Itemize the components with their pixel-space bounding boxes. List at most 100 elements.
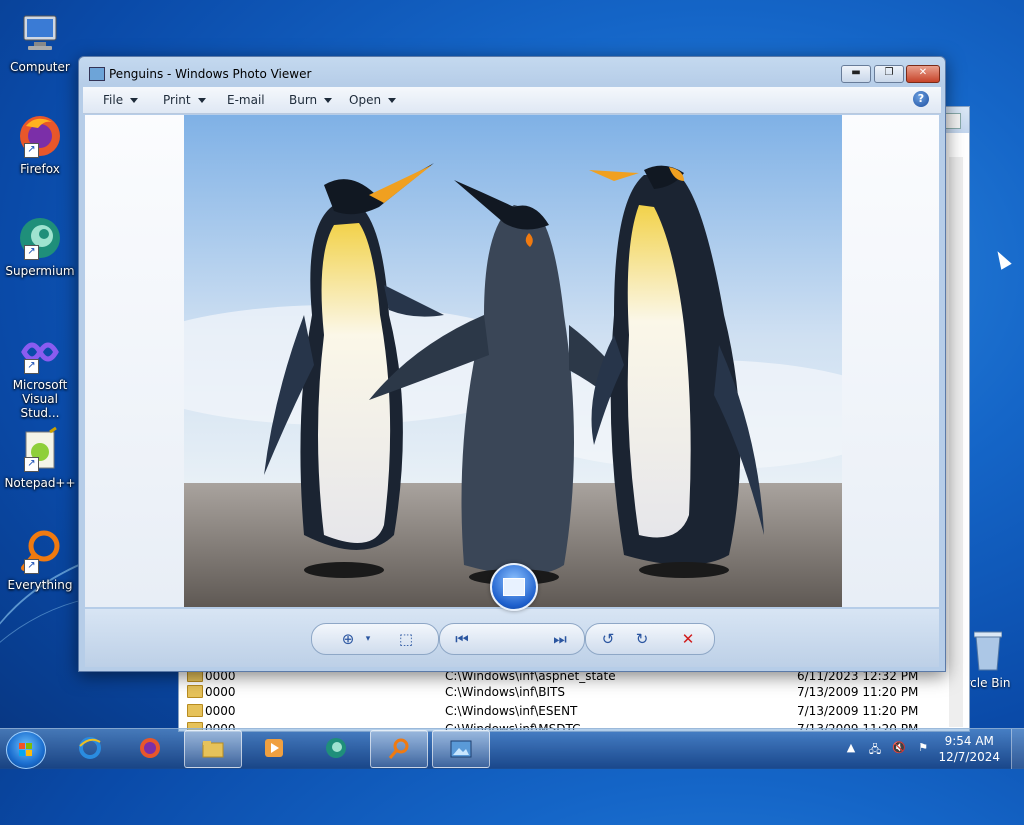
menu-burn[interactable]: Burn: [289, 93, 333, 107]
photo-viewer-icon: [450, 740, 472, 758]
row-name: 0000: [205, 685, 236, 699]
folder-icon: [202, 741, 224, 758]
menu-bar: File Print E-mail Burn Open ?: [83, 87, 941, 114]
desktop-icon-label: Microsoft Visual Stud...: [12, 378, 68, 420]
delete-icon[interactable]: ✕: [678, 630, 698, 648]
supermium-icon: [326, 738, 346, 758]
window-title: Penguins - Windows Photo Viewer: [109, 67, 312, 81]
desktop-icon-label: rcle Bin: [965, 676, 1011, 690]
menu-print-label: Print: [163, 93, 191, 107]
clock-time: 9:54 AM: [944, 734, 994, 748]
desktop-icon-label: Firefox: [20, 162, 60, 176]
row-date: 7/13/2009 11:20 PM: [797, 704, 919, 718]
chevron-down-icon: [197, 98, 206, 103]
start-button[interactable]: [6, 731, 46, 769]
taskbar-photo-viewer[interactable]: [432, 730, 490, 768]
windows-logo-icon: [19, 743, 32, 756]
taskbar-firefox[interactable]: [122, 730, 178, 766]
internet-explorer-icon: [79, 737, 101, 759]
chevron-down-icon[interactable]: ▾: [358, 630, 378, 648]
shortcut-arrow-icon: ↗: [24, 359, 39, 374]
taskbar-everything[interactable]: [370, 730, 428, 768]
chevron-down-icon: [388, 98, 397, 103]
desktop-icon-label: Supermium: [5, 264, 75, 278]
slideshow-icon: [503, 578, 525, 596]
speaker-muted-icon[interactable]: 🔇: [892, 741, 906, 755]
system-clock[interactable]: 9:54 AM 12/7/2024: [938, 733, 1000, 765]
maximize-button[interactable]: ❐: [874, 65, 904, 83]
mouse-cursor: [992, 248, 1012, 270]
menu-email[interactable]: E-mail: [227, 93, 265, 107]
network-icon[interactable]: 🖧: [868, 741, 882, 756]
image-canvas[interactable]: [85, 115, 939, 607]
rotate-clockwise-icon[interactable]: ↻: [632, 630, 652, 648]
visual-studio-icon: ↗: [16, 328, 64, 376]
media-player-icon: [265, 739, 283, 757]
taskbar-explorer[interactable]: [184, 730, 242, 768]
notepadpp-icon: ↗: [16, 426, 64, 474]
firefox-icon: ↗: [16, 112, 64, 160]
zoom-fit-group: ⊕ ▾ ⬚: [311, 623, 439, 655]
firefox-icon: [140, 738, 160, 758]
menu-burn-label: Burn: [289, 93, 318, 107]
control-bar: ⊕ ▾ ⬚ ⏮ ⏭ ↺ ↻ ✕: [85, 609, 939, 667]
desktop-icon-computer[interactable]: Computer: [4, 10, 76, 74]
row-path: C:\Windows\inf\BITS: [445, 685, 565, 699]
explorer-scrollbar[interactable]: [949, 157, 963, 727]
everything-icon: ↗: [16, 528, 64, 576]
menu-open-label: Open: [349, 93, 382, 107]
computer-icon: [16, 10, 64, 58]
desktop-icon-label: Everything: [7, 578, 73, 592]
explorer-close-button[interactable]: [945, 113, 961, 129]
action-center-flag-icon[interactable]: ⚑: [916, 741, 930, 755]
close-button[interactable]: ✕: [906, 65, 940, 83]
recycle-bin-icon: [973, 630, 1003, 672]
edit-group: ↺ ↻ ✕: [585, 623, 715, 655]
desktop-icon-visual-studio[interactable]: ↗ Microsoft Visual Stud...: [4, 328, 76, 420]
zoom-icon[interactable]: ⊕: [338, 630, 358, 648]
menu-open[interactable]: Open: [349, 93, 397, 107]
table-row[interactable]: 0000 C:\Windows\inf\BITS 7/13/2009 11:20…: [187, 683, 939, 702]
taskbar-media-player[interactable]: [246, 730, 302, 766]
chevron-down-icon: [324, 98, 333, 103]
menu-file-label: File: [103, 93, 124, 107]
previous-icon[interactable]: ⏮: [452, 630, 472, 648]
taskbar-supermium[interactable]: [308, 730, 364, 766]
next-icon[interactable]: ⏭: [550, 630, 570, 648]
row-name: 0000: [205, 704, 236, 718]
menu-email-label: E-mail: [227, 93, 265, 107]
shortcut-arrow-icon: ↗: [24, 245, 39, 260]
folder-icon: [187, 704, 203, 717]
actual-size-icon[interactable]: ⬚: [396, 630, 416, 648]
penguins-photo: [184, 115, 842, 607]
slideshow-button[interactable]: [490, 563, 538, 611]
photo-viewer-app-icon: [89, 67, 105, 81]
minimize-button[interactable]: ▬: [841, 65, 871, 83]
everything-icon: [388, 738, 409, 759]
menu-file[interactable]: File: [103, 93, 139, 107]
row-path: C:\Windows\inf\ESENT: [445, 704, 578, 718]
desktop-icon-notepadpp[interactable]: ↗ Notepad++: [4, 426, 76, 490]
desktop-icon-label: Computer: [10, 60, 70, 74]
folder-icon: [187, 685, 203, 698]
taskbar-internet-explorer[interactable]: [62, 730, 118, 766]
rotate-counterclockwise-icon[interactable]: ↺: [598, 630, 618, 648]
show-desktop-button[interactable]: [1011, 729, 1024, 769]
navigation-group: ⏮ ⏭: [439, 623, 585, 655]
help-icon[interactable]: ?: [913, 91, 929, 107]
chevron-down-icon: [130, 98, 139, 103]
shortcut-arrow-icon: ↗: [24, 143, 39, 158]
table-row[interactable]: 0000 C:\Windows\inf\ESENT 7/13/2009 11:2…: [187, 702, 939, 721]
desktop-icon-label: Notepad++: [4, 476, 76, 490]
clock-date: 12/7/2024: [938, 750, 1000, 764]
shortcut-arrow-icon: ↗: [24, 559, 39, 574]
supermium-icon: ↗: [16, 214, 64, 262]
row-date: 7/13/2009 11:20 PM: [797, 685, 919, 699]
taskbar: ▲ 🖧 🔇 ⚑ 9:54 AM 12/7/2024: [0, 728, 1024, 769]
menu-print[interactable]: Print: [163, 93, 206, 107]
desktop-icon-firefox[interactable]: ↗ Firefox: [4, 112, 76, 176]
tray-chevron-up-icon[interactable]: ▲: [844, 741, 858, 755]
shortcut-arrow-icon: ↗: [24, 457, 39, 472]
desktop-icon-supermium[interactable]: ↗ Supermium: [4, 214, 76, 278]
desktop-icon-everything[interactable]: ↗ Everything: [4, 528, 76, 592]
